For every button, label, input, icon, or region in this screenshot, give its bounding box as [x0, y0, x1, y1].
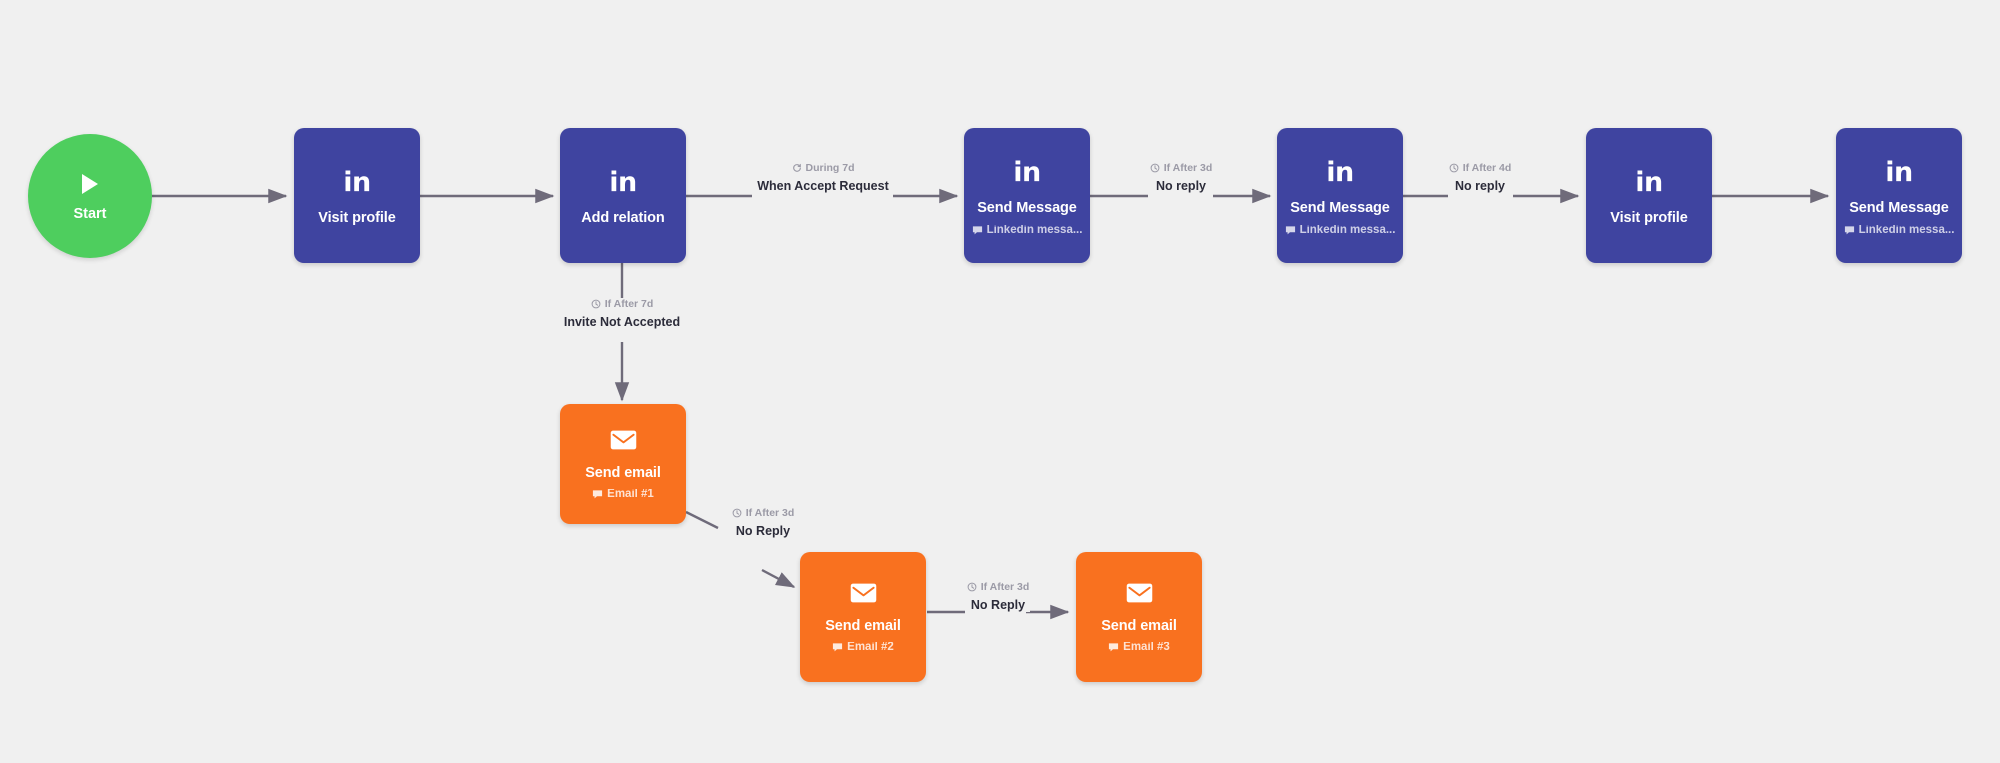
envelope-icon: [850, 581, 877, 605]
node-subtitle: Linkedin messa...: [966, 225, 1089, 237]
node-subtitle-text: Linkedin messa...: [1299, 224, 1396, 236]
node-subtitle-text: Linkedin messa...: [986, 224, 1083, 236]
edge-condition-text: If After 3d: [745, 507, 795, 519]
linkedin-icon: in: [1013, 155, 1041, 189]
edge-layer: [152, 188, 1830, 620]
node-title: Send Message: [977, 200, 1077, 216]
node-send-email-2[interactable]: Send email Email #2: [800, 552, 926, 682]
linkedin-glyph: in: [609, 166, 637, 198]
edge-label-addrel-msg1: During 7d When Accept Request: [752, 163, 894, 193]
node-send-message-2[interactable]: in Send Message Linkedin messa...: [1277, 128, 1403, 263]
node-subtitle: Linkedin messa...: [1279, 225, 1402, 237]
clock-icon: [732, 508, 742, 518]
linkedin-icon: in: [1635, 165, 1663, 199]
node-subtitle: Linkedin messa...: [1838, 225, 1961, 237]
edge-label-email1-email2: If After 3d No Reply: [707, 508, 819, 538]
node-visit-profile-2[interactable]: in Visit profile: [1586, 128, 1712, 263]
edge-label-text: No Reply: [965, 597, 1031, 612]
envelope-icon: [610, 428, 637, 452]
edge-condition: If After 7d: [591, 298, 654, 310]
edge-email1-email2-b: [761, 568, 796, 589]
edge-condition: If After 4d: [1449, 162, 1512, 174]
node-subtitle: Email #1: [586, 489, 660, 501]
node-send-message-3[interactable]: in Send Message Linkedin messa...: [1836, 128, 1962, 263]
message-icon: [832, 642, 843, 653]
edge-condition-text: If After 4d: [1462, 162, 1512, 174]
envelope-icon: [1126, 581, 1153, 605]
edge-condition-text: If After 3d: [980, 581, 1030, 593]
clock-icon: [1150, 163, 1160, 173]
node-title: Visit profile: [318, 210, 396, 227]
node-subtitle-text: Email #1: [607, 489, 654, 500]
node-subtitle: Email #2: [826, 642, 900, 654]
node-title: Visit profile: [1610, 210, 1688, 227]
clock-icon: [1449, 163, 1459, 173]
node-send-email-3[interactable]: Send email Email #3: [1076, 552, 1202, 682]
linkedin-glyph: in: [1635, 166, 1663, 198]
start-label: Start: [73, 205, 107, 222]
node-subtitle-text: Email #3: [1123, 642, 1170, 653]
node-add-relation[interactable]: in Add relation: [560, 128, 686, 263]
message-icon: [1844, 225, 1855, 236]
message-icon: [972, 225, 983, 236]
play-icon: [79, 171, 101, 197]
edge-label-msg1-msg2: If After 3d No reply: [1148, 163, 1214, 193]
message-icon: [592, 489, 603, 500]
edge-label-email2-email3: If After 3d No Reply: [943, 582, 1053, 612]
edge-label-text: No reply: [1449, 178, 1510, 193]
node-title: Send email: [1101, 617, 1177, 634]
node-title: Send email: [585, 464, 661, 481]
node-title: Send Message: [1290, 200, 1390, 216]
edge-label-addrel-email1: If After 7d Invite Not Accepted: [502, 299, 742, 329]
linkedin-icon: in: [1326, 155, 1354, 189]
clock-icon: [591, 299, 601, 309]
edge-condition-text: If After 3d: [1163, 162, 1213, 174]
node-send-message-1[interactable]: in Send Message Linkedin messa...: [964, 128, 1090, 263]
node-subtitle-text: Email #2: [847, 642, 894, 653]
edge-condition-text: During 7d: [805, 162, 855, 174]
refresh-icon: [792, 163, 802, 173]
edge-email1-email2-a: [685, 510, 719, 530]
edge-label-text: No Reply: [730, 523, 796, 538]
node-title: Add relation: [581, 210, 665, 227]
edge-condition-text: If After 7d: [604, 298, 654, 310]
linkedin-glyph: in: [1013, 156, 1041, 188]
linkedin-icon: in: [1885, 155, 1913, 189]
edge-label-msg2-visit2: If After 4d No reply: [1447, 163, 1513, 193]
edge-condition: If After 3d: [732, 507, 795, 519]
linkedin-icon: in: [343, 165, 371, 199]
edge-label-text: No reply: [1150, 178, 1211, 193]
linkedin-glyph: in: [1885, 156, 1913, 188]
node-send-email-1[interactable]: Send email Email #1: [560, 404, 686, 524]
message-icon: [1108, 642, 1119, 653]
start-node[interactable]: Start: [28, 134, 152, 258]
clock-icon: [967, 582, 977, 592]
edge-condition: During 7d: [792, 163, 855, 174]
message-icon: [1285, 225, 1296, 236]
node-title: Send email: [825, 617, 901, 634]
edge-label-text: Invite Not Accepted: [558, 314, 686, 329]
edge-label-text: When Accept Request: [752, 178, 894, 193]
node-subtitle-text: Linkedin messa...: [1858, 224, 1955, 236]
node-visit-profile-1[interactable]: in Visit profile: [294, 128, 420, 263]
linkedin-glyph: in: [343, 166, 371, 198]
node-title: Send Message: [1849, 200, 1949, 216]
edge-condition: If After 3d: [967, 581, 1030, 593]
linkedin-glyph: in: [1326, 156, 1354, 188]
flow-canvas[interactable]: Start in Visit profile in Add relation i…: [0, 0, 2000, 763]
edge-condition: If After 3d: [1150, 162, 1213, 174]
node-subtitle: Email #3: [1102, 642, 1176, 654]
linkedin-icon: in: [609, 165, 637, 199]
